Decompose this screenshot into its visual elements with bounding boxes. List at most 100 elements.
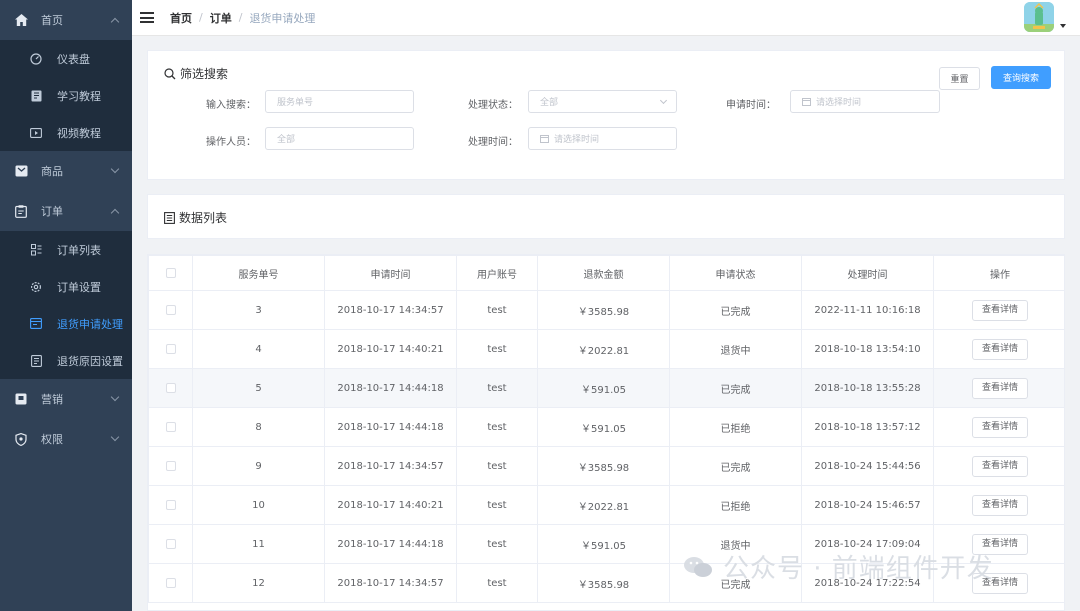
action-cell: 查看详情 (933, 563, 1064, 603)
calendar-icon (540, 134, 549, 143)
apply-time-cell: 2018-10-17 14:44:18 (324, 407, 457, 447)
apply-time-cell: 2018-10-17 14:40:21 (324, 329, 457, 369)
view-detail-button[interactable]: 查看详情 (971, 572, 1028, 594)
column-header: 退款金额 (537, 255, 670, 291)
operator-label: 操作人员： (206, 137, 256, 148)
service-id-cell: 9 (192, 446, 325, 486)
sidebar-item-return-apply[interactable]: 退货申请处理 (0, 305, 132, 342)
view-detail-button[interactable]: 查看详情 (971, 455, 1028, 477)
service-id-cell: 5 (192, 368, 325, 408)
keyword-label: 输入搜索： (206, 100, 256, 111)
row-checkbox[interactable] (165, 460, 176, 471)
chevron-up-icon (110, 208, 120, 218)
handle-time-cell: 2018-10-18 13:55:28 (801, 368, 934, 408)
breadcrumb-item-order[interactable]: 订单 (210, 10, 232, 26)
dashboard-icon (30, 52, 42, 65)
handle-time-cell: 2018-10-24 15:46:57 (801, 485, 934, 525)
breadcrumb-separator: / (238, 11, 243, 24)
sidebar-item-order[interactable]: 订单 (0, 191, 132, 231)
handle-time-label: 处理时间： (468, 137, 518, 148)
column-header: 处理时间 (801, 255, 934, 291)
sidebar-item-return-reason[interactable]: 退货原因设置 (0, 342, 132, 379)
row-select-cell (148, 368, 193, 408)
handle-time-picker[interactable]: 请选择时间 (528, 127, 677, 150)
video-icon (30, 127, 42, 139)
row-checkbox[interactable] (165, 421, 176, 432)
filter-panel: 筛选搜索 重置 查询搜索 输入搜索： 服务单号 处理状态： 全部 申请时间： 请… (147, 50, 1065, 180)
hamburger-icon[interactable] (140, 12, 154, 23)
apply-time-picker[interactable]: 请选择时间 (790, 90, 940, 113)
book-icon (30, 90, 42, 102)
service-id-cell: 11 (192, 524, 325, 564)
user-account-cell: test (456, 407, 538, 447)
view-detail-button[interactable]: 查看详情 (971, 299, 1028, 321)
breadcrumb-item-home[interactable]: 首页 (170, 10, 192, 26)
list-icon (164, 211, 175, 224)
view-detail-button[interactable]: 查看详情 (971, 338, 1028, 360)
row-checkbox[interactable] (165, 304, 176, 315)
sidebar-item-home[interactable]: 首页 (0, 0, 132, 40)
service-id-cell: 4 (192, 329, 325, 369)
column-header: 申请状态 (669, 255, 802, 291)
status-select[interactable]: 全部 (528, 90, 677, 113)
sidebar-item-goods[interactable]: 商品 (0, 151, 132, 191)
apply-time-cell: 2018-10-17 14:34:57 (324, 563, 457, 603)
column-header: 服务单号 (192, 255, 325, 291)
sidebar-item-tutorial[interactable]: 学习教程 (0, 77, 132, 114)
row-select-cell (148, 290, 193, 330)
row-checkbox[interactable] (165, 538, 176, 549)
caret-down-icon[interactable] (1060, 24, 1066, 28)
data-table: 服务单号 申请时间 用户账号 退款金额 申请状态 处理时间 操作 3 2018-1… (147, 254, 1065, 611)
action-cell: 查看详情 (933, 290, 1064, 330)
sidebar-item-order-list[interactable]: 订单列表 (0, 231, 132, 268)
navbar: 首页 / 订单 / 退货申请处理 (132, 0, 1080, 36)
operator-input[interactable]: 全部 (265, 127, 414, 150)
sidebar-item-permission[interactable]: 权限 (0, 419, 132, 459)
submenu-order: 订单列表 订单设置 退货申请处理 退货原因设置 (0, 231, 132, 379)
handle-time-cell: 2018-10-24 17:09:04 (801, 524, 934, 564)
sidebar: 首页 仪表盘 学习教程 视频教程 商品 订单 订单列表 订单设置 退货申请处理 … (0, 0, 132, 611)
apply-time-cell: 2018-10-17 14:34:57 (324, 290, 457, 330)
view-detail-button[interactable]: 查看详情 (971, 416, 1028, 438)
list-icon (30, 243, 42, 256)
list-title-text: 数据列表 (179, 211, 228, 225)
avatar-icon[interactable] (1024, 2, 1054, 32)
list-header-panel: 数据列表 (147, 194, 1065, 239)
view-detail-button[interactable]: 查看详情 (971, 533, 1028, 555)
select-all-checkbox[interactable] (165, 267, 176, 278)
calendar-icon (802, 97, 811, 106)
sidebar-item-order-settings[interactable]: 订单设置 (0, 268, 132, 305)
sidebar-item-label: 订单设置 (57, 280, 101, 294)
apply-time-cell: 2018-10-17 14:44:18 (324, 524, 457, 564)
row-checkbox[interactable] (165, 382, 176, 393)
table-row: 11 2018-10-17 14:44:18 test ￥591.05 退货中 2018-… (148, 524, 1064, 564)
status-placeholder: 全部 (540, 98, 559, 108)
table-row: 10 2018-10-17 14:40:21 test ￥2022.81 已拒绝 2018… (148, 485, 1064, 525)
goods-icon (14, 164, 28, 178)
filter-title-text: 筛选搜索 (180, 67, 229, 81)
view-detail-button[interactable]: 查看详情 (971, 494, 1028, 516)
keyword-input[interactable]: 服务单号 (265, 90, 414, 113)
column-header: 用户账号 (456, 255, 538, 291)
sidebar-item-label: 营销 (41, 393, 63, 406)
reason-icon (30, 354, 42, 367)
sidebar-item-label: 商品 (41, 165, 63, 178)
table-row: 8 2018-10-17 14:44:18 test ￥591.05 已拒绝 2018-1… (148, 407, 1064, 447)
search-button[interactable]: 查询搜索 (991, 66, 1051, 89)
reset-button[interactable]: 重置 (939, 67, 980, 90)
handle-time-cell: 2022-11-11 10:16:18 (801, 290, 934, 330)
column-header: 操作 (933, 255, 1064, 291)
column-header: 申请时间 (324, 255, 457, 291)
user-account-cell: test (456, 446, 538, 486)
row-checkbox[interactable] (165, 499, 176, 510)
sidebar-item-marketing[interactable]: 营销 (0, 379, 132, 419)
apply-time-label: 申请时间： (726, 100, 776, 111)
apply-time-placeholder: 请选择时间 (816, 98, 862, 108)
sidebar-item-video[interactable]: 视频教程 (0, 114, 132, 151)
row-checkbox[interactable] (165, 577, 176, 588)
row-checkbox[interactable] (165, 343, 176, 354)
sidebar-item-dashboard[interactable]: 仪表盘 (0, 40, 132, 77)
chevron-down-icon (110, 392, 120, 402)
order-icon (14, 204, 28, 218)
view-detail-button[interactable]: 查看详情 (971, 377, 1028, 399)
